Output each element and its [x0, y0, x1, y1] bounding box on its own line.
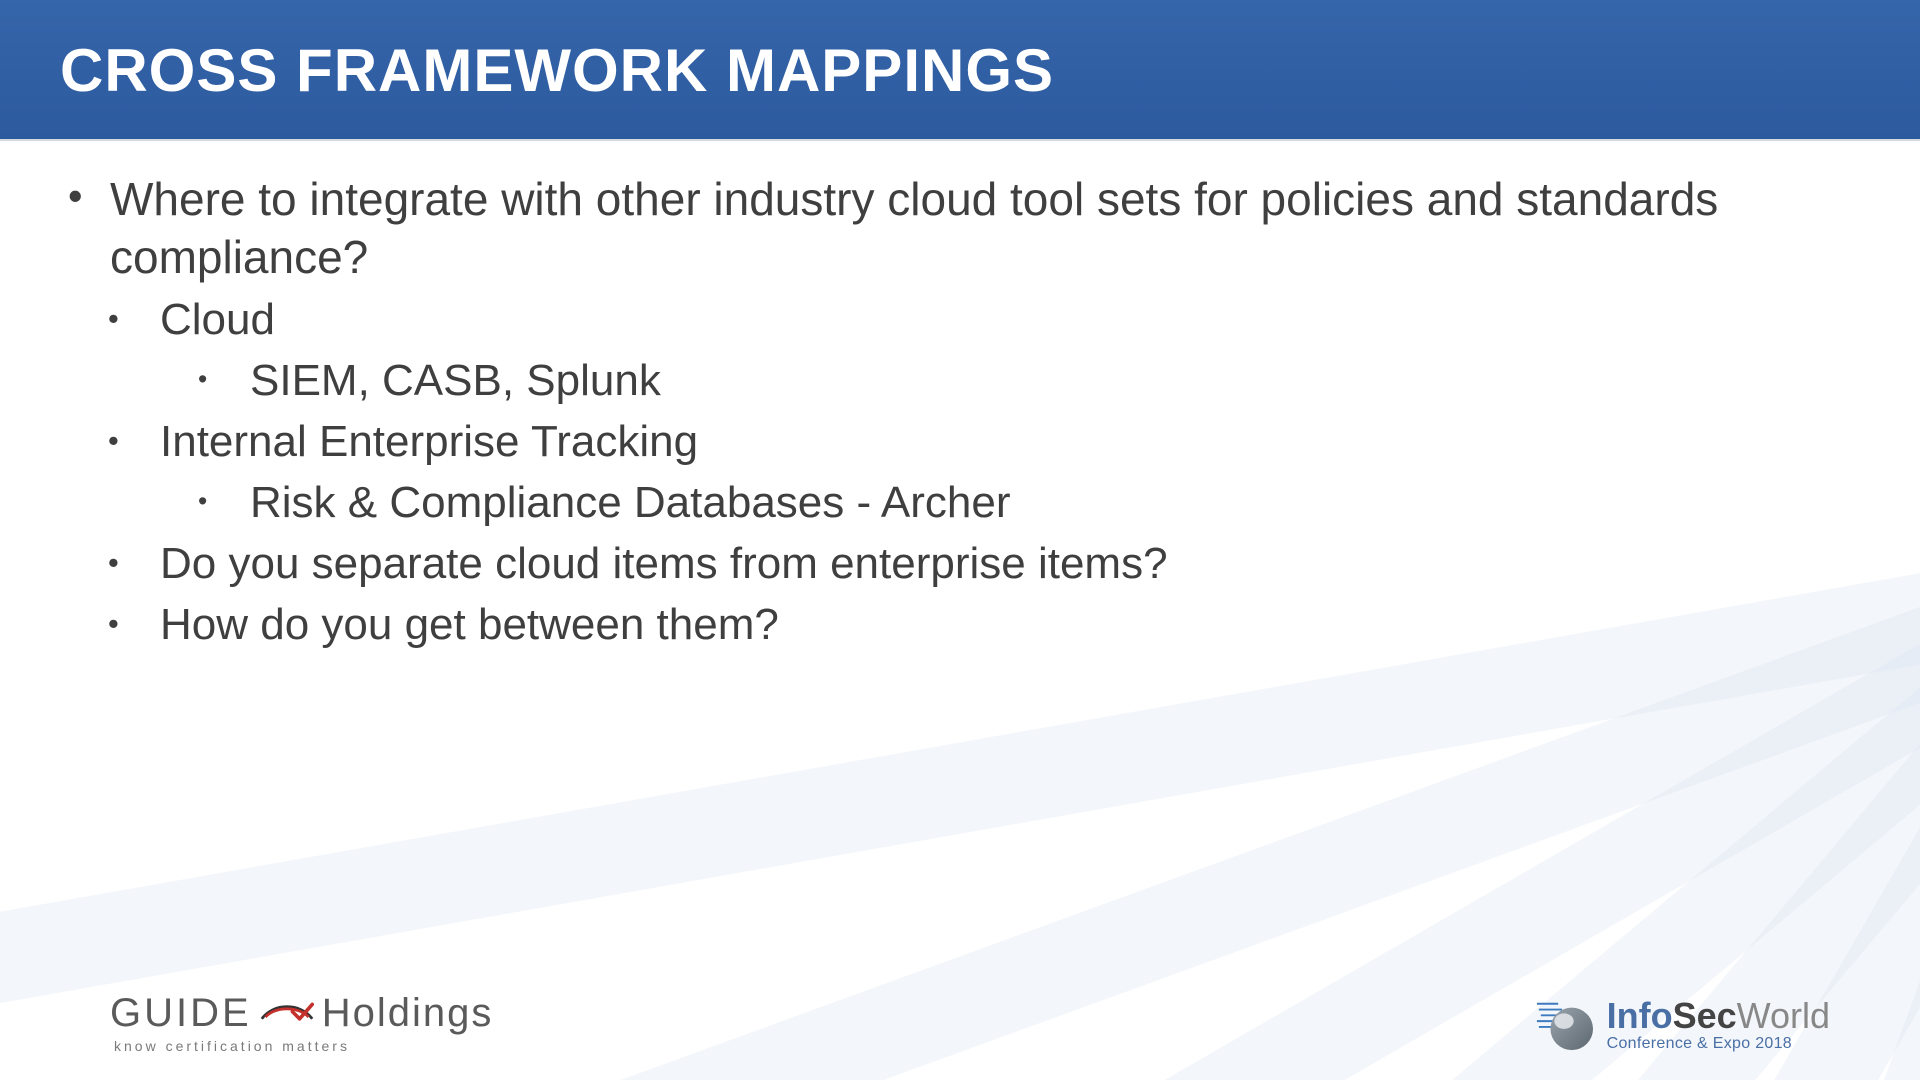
logo-tagline: know certification matters [114, 1038, 350, 1054]
infosec-subtitle: Conference & Expo 2018 [1607, 1036, 1830, 1052]
slide-title: CROSS FRAMEWORK MAPPINGS [60, 36, 1860, 105]
swoosh-icon [260, 991, 314, 1036]
title-bar: CROSS FRAMEWORK MAPPINGS [0, 0, 1920, 141]
bullet-question: Where to integrate with other industry c… [60, 171, 1860, 286]
slide: CROSS FRAMEWORK MAPPINGS Where to integr… [0, 0, 1920, 1080]
bullet-internal-child: Risk & Compliance Databases - Archer [190, 475, 1860, 530]
slide-body: Where to integrate with other industry c… [0, 141, 1920, 652]
bullet-label: Cloud [160, 295, 275, 344]
brand-world: World [1737, 995, 1830, 1036]
infosec-name: InfoSecWorld [1607, 998, 1830, 1034]
globe-icon [1535, 996, 1593, 1054]
logo-text-holdings: Holdings [322, 991, 494, 1036]
guide-holdings-wordmark: GUIDE Holdings [110, 991, 493, 1036]
footer: GUIDE Holdings know certification matter… [0, 991, 1920, 1054]
bullet-label: Internal Enterprise Tracking [160, 417, 698, 466]
guide-holdings-logo: GUIDE Holdings know certification matter… [110, 991, 493, 1054]
bullet-internal-tracking: Internal Enterprise Tracking Risk & Comp… [100, 414, 1860, 530]
bullet-cloud-child: SIEM, CASB, Splunk [190, 353, 1860, 408]
bullet-cloud: Cloud SIEM, CASB, Splunk [100, 292, 1860, 408]
infosec-world-logo: InfoSecWorld Conference & Expo 2018 [1535, 996, 1830, 1054]
brand-info: Info [1607, 995, 1673, 1036]
bullet-separate-question: Do you separate cloud items from enterpr… [100, 536, 1860, 591]
logo-text-guide: GUIDE [110, 991, 252, 1036]
bullet-how-between: How do you get between them? [100, 597, 1860, 652]
brand-sec: Sec [1673, 995, 1737, 1036]
